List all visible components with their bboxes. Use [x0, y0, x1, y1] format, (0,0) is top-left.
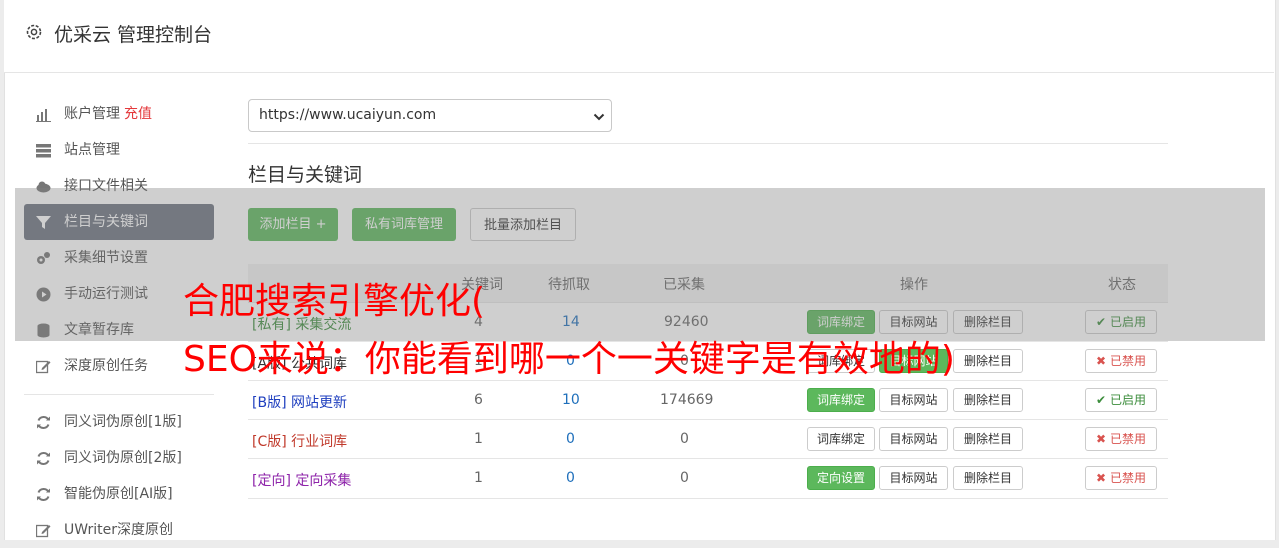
refresh-icon	[37, 452, 50, 465]
delete-column-button[interactable]: 删除栏目	[953, 427, 1023, 451]
status-label: 已启用	[1109, 393, 1146, 407]
status-toggle[interactable]: ✖ 已禁用	[1085, 427, 1157, 451]
server-icon	[36, 144, 51, 158]
row-pending[interactable]: 0	[566, 470, 575, 486]
sidebar-item-synonym-v2[interactable]: 同义词伪原创[2版]	[24, 440, 214, 476]
recharge-link[interactable]: 充值	[124, 106, 152, 122]
delete-column-button[interactable]: 删除栏目	[953, 388, 1023, 412]
table-row: [B版] 网站更新 6 10 174669 词库绑定 目标网站 删除栏目 ✔ 已…	[248, 380, 1168, 420]
sidebar-divider	[24, 394, 214, 395]
row-pending[interactable]: 0	[566, 431, 575, 447]
edit-icon	[36, 524, 51, 538]
row-tag: [B版]	[252, 395, 287, 411]
sidebar-item-ai-rewrite[interactable]: 智能伪原创[AI版]	[24, 476, 214, 512]
sidebar-item-synonym-v1[interactable]: 同义词伪原创[1版]	[24, 404, 214, 440]
status-toggle[interactable]: ✖ 已禁用	[1085, 349, 1157, 373]
status-toggle[interactable]: ✖ 已禁用	[1085, 466, 1157, 490]
target-site-button[interactable]: 目标网站	[879, 466, 948, 490]
sidebar-item-label: 账户管理	[64, 106, 120, 122]
row-name[interactable]: [C版] 行业词库	[252, 431, 347, 451]
refresh-icon	[37, 488, 50, 501]
delete-column-button[interactable]: 删除栏目	[953, 466, 1023, 490]
status-toggle[interactable]: ✔ 已启用	[1085, 388, 1157, 412]
page-title: 优采云 管理控制台	[54, 24, 213, 46]
row-keywords: 6	[474, 392, 483, 408]
bind-lexicon-button[interactable]: 词库绑定	[807, 427, 875, 451]
sidebar-item-label: 同义词伪原创[2版]	[64, 450, 182, 466]
target-site-button[interactable]: 目标网站	[879, 388, 948, 412]
row-title: 定向采集	[295, 473, 352, 489]
sidebar-item-label: 智能伪原创[AI版]	[64, 486, 173, 502]
gear-icon	[26, 24, 42, 40]
row-keywords: 1	[474, 431, 483, 447]
row-collected: 174669	[660, 392, 714, 408]
status-label: 已禁用	[1109, 354, 1146, 368]
section-title: 栏目与关键词	[248, 164, 363, 186]
refresh-icon	[37, 416, 50, 429]
table-row: [C版] 行业词库 1 0 0 词库绑定 目标网站 删除栏目 ✖ 已禁用	[248, 419, 1168, 459]
sidebar-item-label: UWriter深度原创	[64, 522, 173, 538]
close-icon: ✖	[1096, 354, 1107, 368]
status-label: 已禁用	[1109, 432, 1146, 446]
site-select-value: https://www.ucaiyun.com	[259, 107, 437, 123]
sidebar-item-uwriter[interactable]: UWriter深度原创	[24, 512, 214, 548]
target-site-button[interactable]: 目标网站	[879, 427, 948, 451]
table-row: [定向] 定向采集 1 0 0 定向设置 目标网站 删除栏目 ✖ 已禁用	[248, 458, 1168, 499]
row-collected: 0	[680, 470, 689, 486]
sidebar-item-label: 站点管理	[64, 142, 120, 158]
edit-icon	[36, 360, 51, 374]
targeted-settings-button[interactable]: 定向设置	[807, 466, 875, 490]
sidebar-item-account[interactable]: 账户管理 充值	[24, 96, 214, 132]
row-pending[interactable]: 10	[562, 392, 580, 408]
bar-chart-icon	[36, 109, 51, 122]
overlay-caption-line1: 合肥搜索引擎优化(	[183, 281, 486, 322]
row-tag: [C版]	[252, 434, 287, 450]
page-header: 优采云 管理控制台	[4, 0, 1274, 73]
row-collected: 0	[680, 431, 689, 447]
row-title: 行业词库	[291, 434, 348, 450]
chevron-down-icon	[593, 113, 605, 121]
row-tag: [定向]	[252, 473, 291, 489]
check-icon: ✔	[1096, 393, 1107, 407]
close-icon: ✖	[1096, 432, 1107, 446]
site-select[interactable]: https://www.ucaiyun.com	[248, 99, 612, 132]
sidebar-item-label: 深度原创任务	[64, 358, 148, 374]
divider	[248, 143, 1168, 144]
row-name[interactable]: [定向] 定向采集	[252, 470, 351, 490]
sidebar-item-sites[interactable]: 站点管理	[24, 132, 214, 168]
delete-column-button[interactable]: 删除栏目	[953, 349, 1023, 373]
close-icon: ✖	[1096, 471, 1107, 485]
row-title: 网站更新	[290, 395, 347, 411]
bind-lexicon-button[interactable]: 词库绑定	[807, 388, 875, 412]
row-keywords: 1	[474, 470, 483, 486]
overlay-caption-line2: SEO来说：你能看到哪一个一关键字是有效地的)	[183, 339, 955, 380]
status-label: 已禁用	[1109, 471, 1146, 485]
row-name[interactable]: [B版] 网站更新	[252, 392, 347, 412]
sidebar-item-label: 同义词伪原创[1版]	[64, 414, 182, 430]
